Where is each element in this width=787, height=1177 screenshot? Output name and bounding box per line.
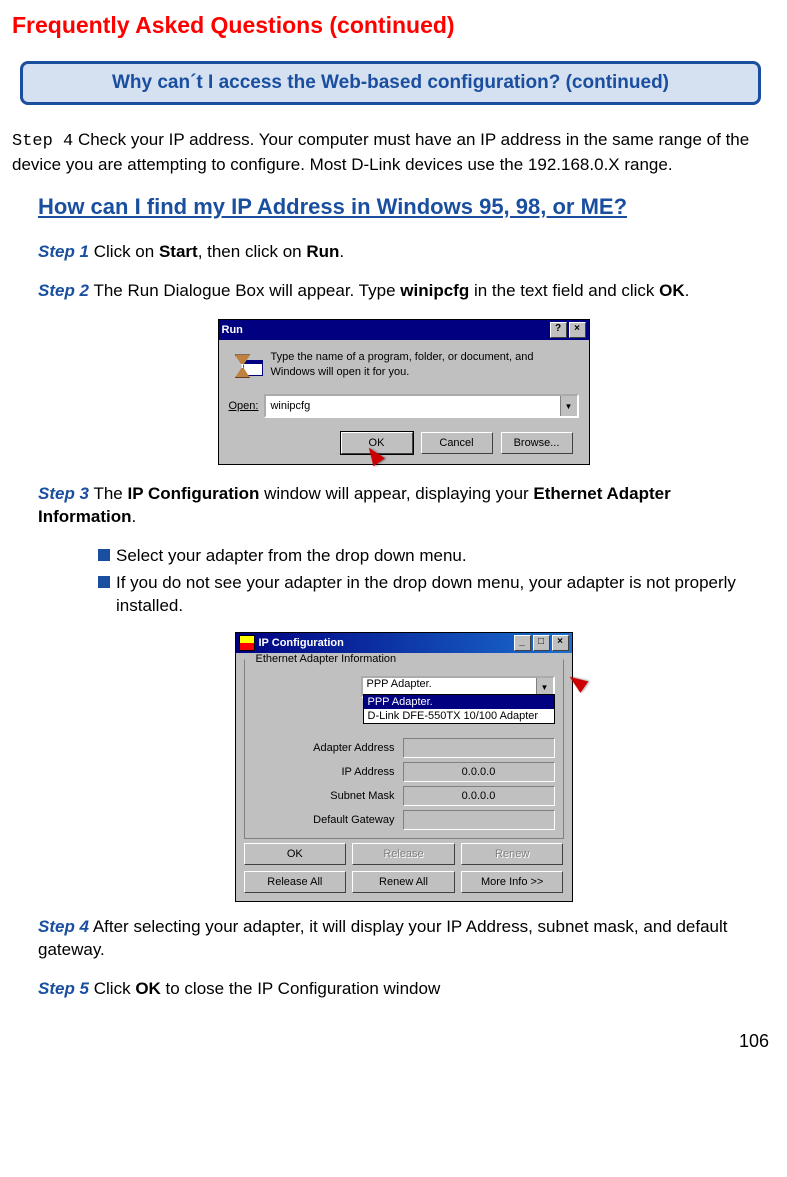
step2-bold-ok: OK — [659, 281, 685, 300]
renew-button[interactable]: Renew — [461, 843, 564, 865]
browse-button[interactable]: Browse... — [501, 432, 573, 454]
bullet-icon — [98, 576, 110, 588]
run-dialog: Run ? × Type the name of a program, fold… — [218, 319, 590, 465]
adapter-dropdown-list: PPP Adapter. D-Link DFE-550TX 10/100 Ada… — [363, 694, 555, 724]
more-info-button[interactable]: More Info >> — [461, 871, 564, 893]
step3-bold-ipconfig: IP Configuration — [127, 484, 259, 503]
open-combo[interactable]: ▼ — [264, 394, 578, 418]
page-title: Frequently Asked Questions (continued) — [12, 12, 769, 39]
release-all-button[interactable]: Release All — [244, 871, 347, 893]
step1-label: Step 1 — [38, 242, 89, 261]
run-message: Type the name of a program, folder, or d… — [271, 350, 579, 382]
adapter-address-value — [403, 738, 555, 758]
page-number: 106 — [12, 1031, 769, 1052]
step3-label: Step 3 — [38, 484, 89, 503]
ip-config-dialog: IP Configuration _ □ × PPP Adapter. ▼ PP… — [235, 632, 573, 902]
step3-text-c: window will appear, displaying your — [259, 484, 533, 503]
run-icon — [229, 350, 261, 382]
step1-paragraph: Step 1 Click on Start, then click on Run… — [38, 241, 769, 264]
ip-address-label: IP Address — [342, 766, 395, 778]
subnet-mask-label: Subnet Mask — [330, 790, 394, 802]
step5-text-a: Click — [89, 979, 135, 998]
step2-bold-winipcfg: winipcfg — [400, 281, 469, 300]
bullet-2-text: If you do not see your adapter in the dr… — [116, 572, 769, 618]
bullet-2: If you do not see your adapter in the dr… — [98, 572, 769, 618]
ip-title: IP Configuration — [259, 637, 344, 649]
step2-paragraph: Step 2 The Run Dialogue Box will appear.… — [38, 280, 769, 303]
step2-text-a: The Run Dialogue Box will appear. Type — [89, 281, 400, 300]
renew-all-button[interactable]: Renew All — [352, 871, 455, 893]
close-button[interactable]: × — [569, 322, 586, 338]
adapter-address-label: Adapter Address — [313, 742, 394, 754]
step4-label: Step 4 — [12, 132, 73, 151]
step5-bold-ok: OK — [135, 979, 161, 998]
bullet-1-text: Select your adapter from the drop down m… — [116, 545, 467, 568]
callout-box: Why can´t I access the Web-based configu… — [20, 61, 761, 105]
close-button[interactable]: × — [552, 635, 569, 651]
step2-label: Step 2 — [38, 281, 89, 300]
step2-text-c: in the text field and click — [469, 281, 659, 300]
maximize-button[interactable]: □ — [533, 635, 550, 651]
step3-paragraph: Step 3 The IP Configuration window will … — [38, 483, 769, 529]
step4b-paragraph: Step 4 After selecting your adapter, it … — [38, 916, 769, 962]
ip-address-value: 0.0.0.0 — [403, 762, 555, 782]
default-gateway-label: Default Gateway — [313, 814, 394, 826]
step1-bold-start: Start — [159, 242, 198, 261]
step4b-text: After selecting your adapter, it will di… — [38, 917, 728, 959]
adapter-option-dlink[interactable]: D-Link DFE-550TX 10/100 Adapter — [364, 709, 554, 723]
step5-label: Step 5 — [38, 979, 89, 998]
ethernet-group: PPP Adapter. ▼ PPP Adapter. D-Link DFE-5… — [244, 659, 564, 839]
combo-dropdown-button[interactable]: ▼ — [560, 396, 577, 416]
step5-paragraph: Step 5 Click OK to close the IP Configur… — [38, 978, 769, 1001]
open-label: Open: — [229, 400, 259, 412]
callout-arrow-icon — [565, 671, 588, 693]
step4b-label: Step 4 — [38, 917, 89, 936]
step1-text-a: Click on — [89, 242, 159, 261]
step4-paragraph: Step 4 Check your IP address. Your compu… — [12, 129, 769, 177]
sub-heading: How can I find my IP Address in Windows … — [38, 193, 769, 222]
adapter-option-ppp[interactable]: PPP Adapter. — [364, 695, 554, 709]
step1-bold-run: Run — [306, 242, 339, 261]
help-button[interactable]: ? — [550, 322, 567, 338]
minimize-button[interactable]: _ — [514, 635, 531, 651]
step3-text-a: The — [89, 484, 127, 503]
cancel-button[interactable]: Cancel — [421, 432, 493, 454]
default-gateway-value — [403, 810, 555, 830]
run-title: Run — [222, 324, 243, 336]
ip-app-icon — [239, 635, 255, 651]
run-titlebar: Run ? × — [219, 320, 589, 340]
subnet-mask-value: 0.0.0.0 — [403, 786, 555, 806]
step4-text: Check your IP address. Your computer mus… — [12, 130, 749, 174]
step1-text-e: . — [339, 242, 344, 261]
open-input[interactable] — [266, 396, 559, 416]
step5-text-c: to close the IP Configuration window — [161, 979, 440, 998]
ok-button[interactable]: OK — [244, 843, 347, 865]
step2-text-e: . — [685, 281, 690, 300]
release-button[interactable]: Release — [352, 843, 455, 865]
step1-text-c: , then click on — [198, 242, 307, 261]
bullet-1: Select your adapter from the drop down m… — [98, 545, 769, 568]
bullet-icon — [98, 549, 110, 561]
ip-titlebar: IP Configuration _ □ × — [236, 633, 572, 653]
step3-text-e: . — [132, 507, 137, 526]
